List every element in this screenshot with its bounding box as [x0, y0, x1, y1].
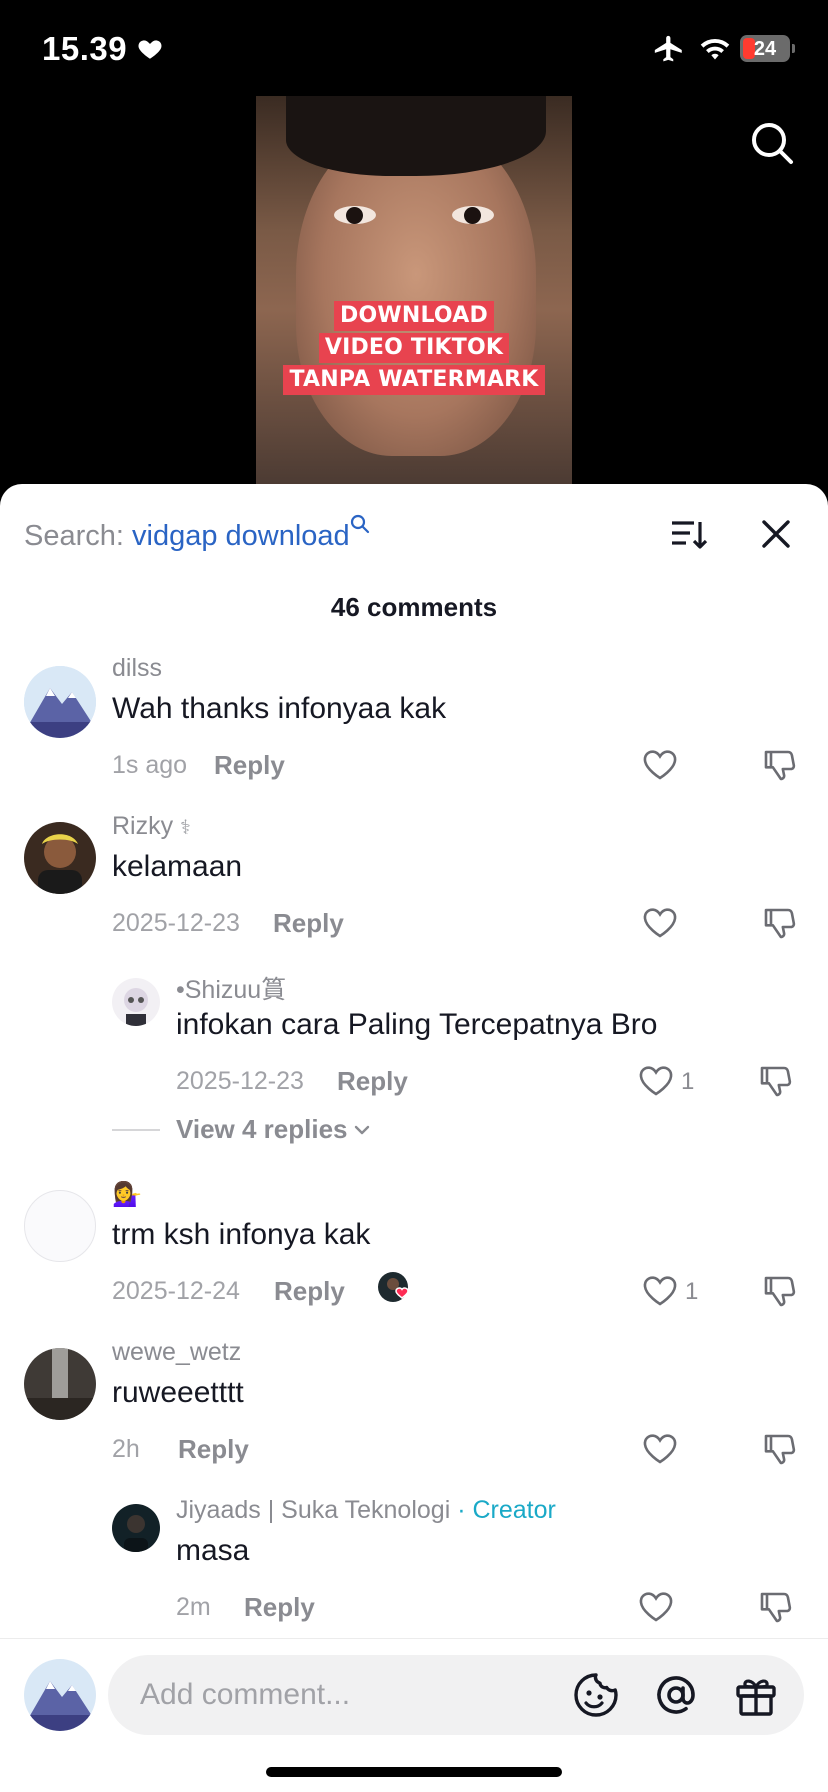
creator-tag: · Creator [450, 1496, 556, 1524]
view-replies-row: View 4 replies [0, 1110, 828, 1180]
my-avatar[interactable] [24, 1659, 96, 1731]
like-icon[interactable] [641, 746, 679, 784]
battery-indicator: 24 [740, 35, 795, 62]
reply-button[interactable]: Reply [273, 908, 344, 939]
reply-button[interactable]: Reply [274, 1276, 345, 1307]
avatar[interactable] [112, 978, 160, 1026]
reply-button[interactable]: Reply [244, 1592, 315, 1623]
user-badge-icon: ⚕ [180, 817, 191, 839]
like-count: 1 [685, 1278, 699, 1305]
creator-liked-badge [376, 1270, 414, 1308]
comment-username[interactable]: wewe_wetz [112, 1338, 241, 1367]
comment-text: masa [176, 1534, 250, 1567]
dislike-icon[interactable] [760, 1272, 798, 1310]
gift-icon[interactable] [732, 1671, 780, 1719]
comment-item: dilss Wah thanks infonyaa kak 1s ago Rep… [0, 654, 828, 812]
comment-username[interactable]: Rizky ⚕ [112, 812, 191, 841]
comment-list[interactable]: dilss Wah thanks infonyaa kak 1s ago Rep… [0, 654, 828, 1624]
comment-text: kelamaan [112, 850, 243, 883]
search-icon[interactable] [748, 119, 796, 167]
video-caption-line: TANPA WATERMARK [283, 365, 545, 395]
like-icon[interactable] [637, 1062, 675, 1100]
comment-count: 46 comments [330, 592, 498, 622]
reply-button[interactable]: Reply [178, 1434, 249, 1465]
comment-time: 2025-12-24 [112, 1277, 240, 1305]
search-suggestion[interactable]: Search: vidgap download [24, 514, 370, 553]
comment-text: ruweeetttt [112, 1376, 244, 1409]
reply-button[interactable]: Reply [214, 750, 285, 781]
reply-item: Jiyaads | Suka Teknologi · Creator masa … [0, 1496, 828, 1624]
home-indicator [266, 1767, 562, 1777]
avatar[interactable] [24, 666, 96, 738]
dislike-icon[interactable] [760, 1430, 798, 1468]
comment-text: Wah thanks infonyaa kak [112, 692, 447, 725]
like-count: 1 [681, 1068, 695, 1095]
comment-item: 💁‍♀️ trm ksh infonya kak 2025-12-24 Repl… [0, 1180, 828, 1338]
dislike-icon[interactable] [756, 1062, 794, 1100]
video-preview[interactable]: DOWNLOAD VIDEO TIKTOK TANPA WATERMARK [256, 96, 572, 484]
comment-input-container [108, 1655, 804, 1735]
view-replies-label: View 4 replies [176, 1114, 348, 1144]
comment-time: 2025-12-23 [176, 1067, 304, 1095]
comments-sheet: Search: vidgap download 46 comments dils… [0, 484, 828, 1792]
avatar[interactable] [24, 822, 96, 894]
search-icon [350, 514, 369, 534]
video-caption-line: DOWNLOAD [334, 301, 494, 331]
comment-text: infokan cara Paling Tercepatnya Bro [176, 1008, 658, 1041]
comment-time: 2m [176, 1593, 211, 1621]
airplane-icon [654, 35, 682, 62]
like-icon[interactable] [637, 1588, 675, 1624]
comments-header: Search: vidgap download 46 comments [0, 484, 828, 622]
comment-time: 2025-12-23 [112, 909, 240, 937]
search-prefix: Search: [24, 520, 132, 552]
dislike-icon[interactable] [756, 1588, 794, 1624]
video-caption-overlay: DOWNLOAD VIDEO TIKTOK TANPA WATERMARK [256, 300, 572, 396]
comment-text: trm ksh infonya kak [112, 1218, 371, 1251]
avatar[interactable] [24, 1190, 96, 1262]
avatar[interactable] [24, 1348, 96, 1420]
status-time: 15.39 [42, 30, 128, 67]
comment-time: 1s ago [112, 751, 188, 779]
like-icon[interactable] [641, 1272, 679, 1310]
video-caption-line: VIDEO TIKTOK [318, 333, 510, 363]
close-icon[interactable] [758, 516, 794, 552]
heart-icon [138, 40, 162, 59]
battery-level: 24 [753, 38, 777, 60]
dislike-icon[interactable] [760, 904, 798, 942]
status-bar: 15.39 24 [0, 0, 828, 96]
reply-button[interactable]: Reply [337, 1066, 408, 1097]
avatar[interactable] [112, 1504, 160, 1552]
comment-username[interactable]: •Shizuu篔 [176, 970, 286, 1006]
wifi-icon [700, 38, 730, 60]
comment-input-bar [0, 1638, 828, 1792]
comment-item: Rizky ⚕ kelamaan 2025-12-23 Reply [0, 812, 828, 970]
sort-icon[interactable] [668, 514, 708, 554]
view-replies-button[interactable]: View 4 replies [112, 1110, 612, 1150]
dislike-icon[interactable] [760, 746, 798, 784]
comment-item: wewe_wetz ruweeetttt 2h Reply [0, 1338, 828, 1496]
like-icon[interactable] [641, 1430, 679, 1468]
mention-icon[interactable] [652, 1671, 700, 1719]
comment-username[interactable]: dilss [112, 654, 162, 683]
like-icon[interactable] [641, 904, 679, 942]
comment-username[interactable]: 💁‍♀️ [112, 1180, 142, 1209]
reply-item: •Shizuu篔 infokan cara Paling Tercepatnya… [0, 970, 828, 1110]
comment-username[interactable]: Jiyaads | Suka Teknologi · Creator [176, 1496, 556, 1525]
search-term-link[interactable]: vidgap download [132, 520, 350, 552]
emoji-icon[interactable] [572, 1671, 620, 1719]
chevron-down-icon [354, 1125, 370, 1135]
comment-input[interactable] [140, 1655, 560, 1735]
comment-time: 2h [112, 1435, 140, 1463]
